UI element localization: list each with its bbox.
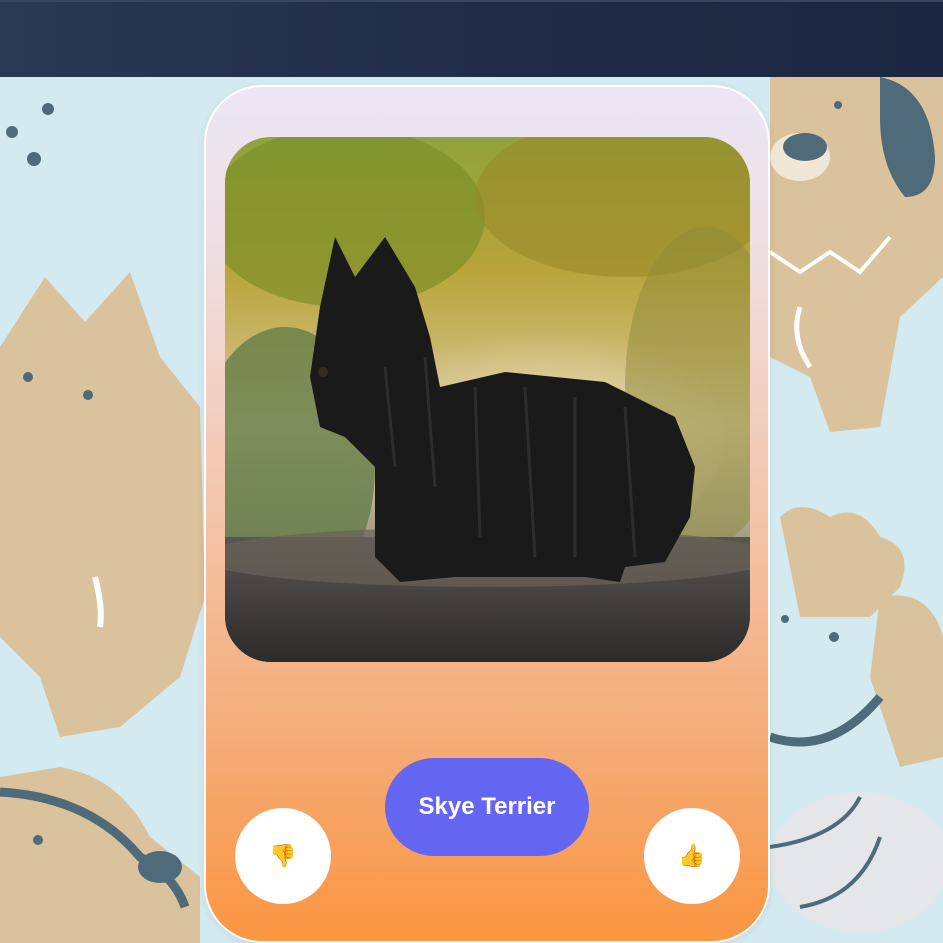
dislike-button[interactable]: 👎 [235, 808, 331, 904]
breed-name-button[interactable]: Skye Terrier [385, 758, 589, 856]
breed-card: Skye Terrier 👎 👍 [204, 85, 770, 943]
like-button[interactable]: 👍 [644, 808, 740, 904]
thumbs-down-icon: 👎 [269, 843, 297, 869]
dog-photo [225, 137, 750, 662]
thumbs-up-icon: 👍 [678, 843, 706, 869]
top-bar [0, 0, 943, 77]
